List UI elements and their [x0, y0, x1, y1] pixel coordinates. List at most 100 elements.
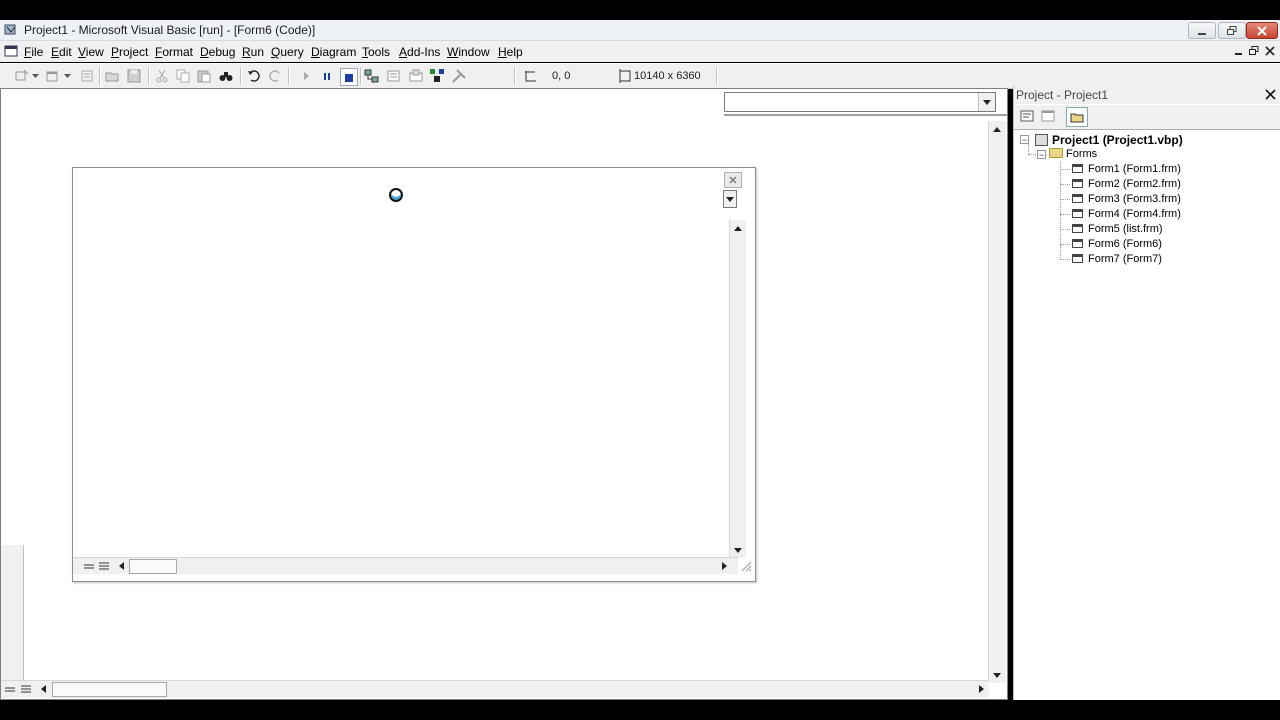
- add-project-icon[interactable]: [14, 68, 30, 84]
- title-bar: Project1 - Microsoft Visual Basic [run] …: [0, 20, 1280, 41]
- vb-app-icon[interactable]: [4, 23, 18, 36]
- menu-help[interactable]: Help: [498, 45, 523, 59]
- inner-vertical-scrollbar[interactable]: [729, 220, 746, 558]
- inner-scroll-left-icon[interactable]: [113, 558, 129, 574]
- project-collapse-icon[interactable]: −: [1020, 135, 1029, 145]
- toolbox-icon[interactable]: [451, 68, 467, 84]
- find-icon[interactable]: [218, 68, 234, 84]
- full-module-view-icon[interactable]: [20, 684, 32, 698]
- menu-debug[interactable]: Debug: [200, 45, 235, 59]
- form-node[interactable]: Form6 (Form6): [1072, 238, 1162, 250]
- form-icon: [1072, 179, 1083, 188]
- inner-scroll-down-icon[interactable]: [730, 542, 746, 558]
- open-project-icon[interactable]: [105, 68, 121, 84]
- toggle-folders-icon[interactable]: [1066, 107, 1088, 127]
- add-form-dropdown-icon[interactable]: [63, 68, 71, 84]
- code-horizontal-scrollbar[interactable]: [1, 680, 989, 698]
- window-title: Project1 - Microsoft Visual Basic [run] …: [24, 23, 316, 37]
- form-code-icon[interactable]: [4, 44, 18, 61]
- project-explorer-close-icon[interactable]: [1265, 89, 1276, 103]
- menu-tools[interactable]: Tools: [362, 45, 390, 59]
- mdi-minimize-icon[interactable]: [1232, 44, 1246, 58]
- project-explorer-title: Project - Project1: [1016, 88, 1109, 102]
- project-explorer-toolbar: [1014, 105, 1280, 130]
- scroll-up-icon[interactable]: [989, 121, 1005, 137]
- project-explorer-panel: Project - Project1 − Project1 (Project1.…: [1013, 86, 1280, 700]
- break-icon[interactable]: [319, 68, 335, 84]
- scroll-down-icon[interactable]: [989, 667, 1005, 683]
- menu-editor-icon[interactable]: [79, 68, 95, 84]
- properties-window-icon[interactable]: [386, 68, 402, 84]
- inner-close-icon[interactable]: [724, 172, 742, 188]
- object-browser-icon[interactable]: [429, 68, 445, 84]
- view-code-icon[interactable]: [1018, 108, 1036, 124]
- view-object-icon[interactable]: [1039, 108, 1057, 124]
- menu-view[interactable]: View: [78, 45, 104, 59]
- inner-horizontal-scrollbar[interactable]: [73, 557, 738, 574]
- redo-icon[interactable]: [267, 68, 283, 84]
- inner-full-module-view-icon[interactable]: [98, 561, 110, 575]
- paste-icon[interactable]: [196, 68, 212, 84]
- form-icon: [1072, 164, 1083, 173]
- inner-scroll-right-icon[interactable]: [716, 558, 732, 574]
- menu-file[interactable]: File: [24, 45, 43, 59]
- inner-combo-dropdown-icon[interactable]: [723, 190, 737, 208]
- start-icon[interactable]: [298, 68, 314, 84]
- close-button[interactable]: [1246, 22, 1278, 39]
- add-form-icon[interactable]: [45, 68, 61, 84]
- form-node[interactable]: Form2 (Form2.frm): [1072, 178, 1181, 190]
- mdi-close-icon[interactable]: [1263, 44, 1277, 58]
- project-node[interactable]: Project1 (Project1.vbp): [1035, 133, 1183, 147]
- busy-cursor-icon: [389, 188, 403, 202]
- scroll-right-icon[interactable]: [973, 681, 989, 697]
- add-project-dropdown-icon[interactable]: [31, 68, 39, 84]
- inner-scroll-up-icon[interactable]: [730, 220, 746, 236]
- forms-folder-node[interactable]: Forms: [1049, 148, 1097, 160]
- undo-icon[interactable]: [246, 68, 262, 84]
- form-layout-icon[interactable]: [408, 68, 424, 84]
- size-icon: [617, 68, 633, 84]
- mdi-restore-icon[interactable]: [1247, 44, 1261, 58]
- project-icon: [1035, 134, 1048, 146]
- form-node-label: Form5 (list.frm): [1088, 223, 1163, 235]
- copy-icon[interactable]: [175, 68, 191, 84]
- inner-code-window[interactable]: [72, 167, 756, 582]
- menu-run[interactable]: Run: [242, 45, 264, 59]
- restore-button[interactable]: [1218, 22, 1246, 39]
- procedure-combo[interactable]: [724, 92, 996, 112]
- code-vertical-scrollbar[interactable]: [988, 121, 1006, 683]
- resize-grip-icon[interactable]: [738, 558, 754, 574]
- scroll-left-icon[interactable]: [35, 681, 51, 697]
- horizontal-scroll-thumb[interactable]: [52, 682, 167, 697]
- form-node[interactable]: Form7 (Form7): [1072, 253, 1162, 265]
- form-node[interactable]: Form4 (Form4.frm): [1072, 208, 1181, 220]
- menu-edit[interactable]: Edit: [51, 45, 72, 59]
- menu-project[interactable]: Project: [111, 45, 148, 59]
- inner-procedure-view-icon[interactable]: [83, 561, 95, 575]
- menu-format[interactable]: Format: [155, 45, 193, 59]
- form-node[interactable]: Form3 (Form3.frm): [1072, 193, 1181, 205]
- end-icon[interactable]: [340, 68, 358, 86]
- project-explorer-icon[interactable]: [364, 68, 380, 84]
- form-node-label: Form7 (Form7): [1088, 253, 1162, 265]
- forms-collapse-icon[interactable]: −: [1037, 150, 1046, 160]
- project-explorer-titlebar: Project - Project1: [1014, 86, 1280, 104]
- menu-window[interactable]: Window: [447, 45, 490, 59]
- menu-addins[interactable]: Add-Ins: [399, 45, 440, 59]
- form-node-label: Form3 (Form3.frm): [1088, 193, 1181, 205]
- form-node[interactable]: Form5 (list.frm): [1072, 223, 1163, 235]
- menu-query[interactable]: Query: [271, 45, 304, 59]
- procedure-combo-dropdown-icon[interactable]: [978, 93, 995, 111]
- form-node-label: Form1 (Form1.frm): [1088, 163, 1181, 175]
- code-margin-strip: [1, 545, 24, 680]
- procedure-view-icon[interactable]: [4, 684, 16, 698]
- minimize-button[interactable]: [1188, 22, 1216, 39]
- menu-diagram[interactable]: Diagram: [311, 45, 356, 59]
- save-project-icon[interactable]: [126, 68, 142, 84]
- cut-icon[interactable]: [154, 68, 170, 84]
- inner-horizontal-scroll-thumb[interactable]: [129, 559, 177, 574]
- form-node-label: Form4 (Form4.frm): [1088, 208, 1181, 220]
- form-icon: [1072, 239, 1083, 248]
- size-readout: 10140 x 6360: [634, 70, 701, 82]
- form-node[interactable]: Form1 (Form1.frm): [1072, 163, 1181, 175]
